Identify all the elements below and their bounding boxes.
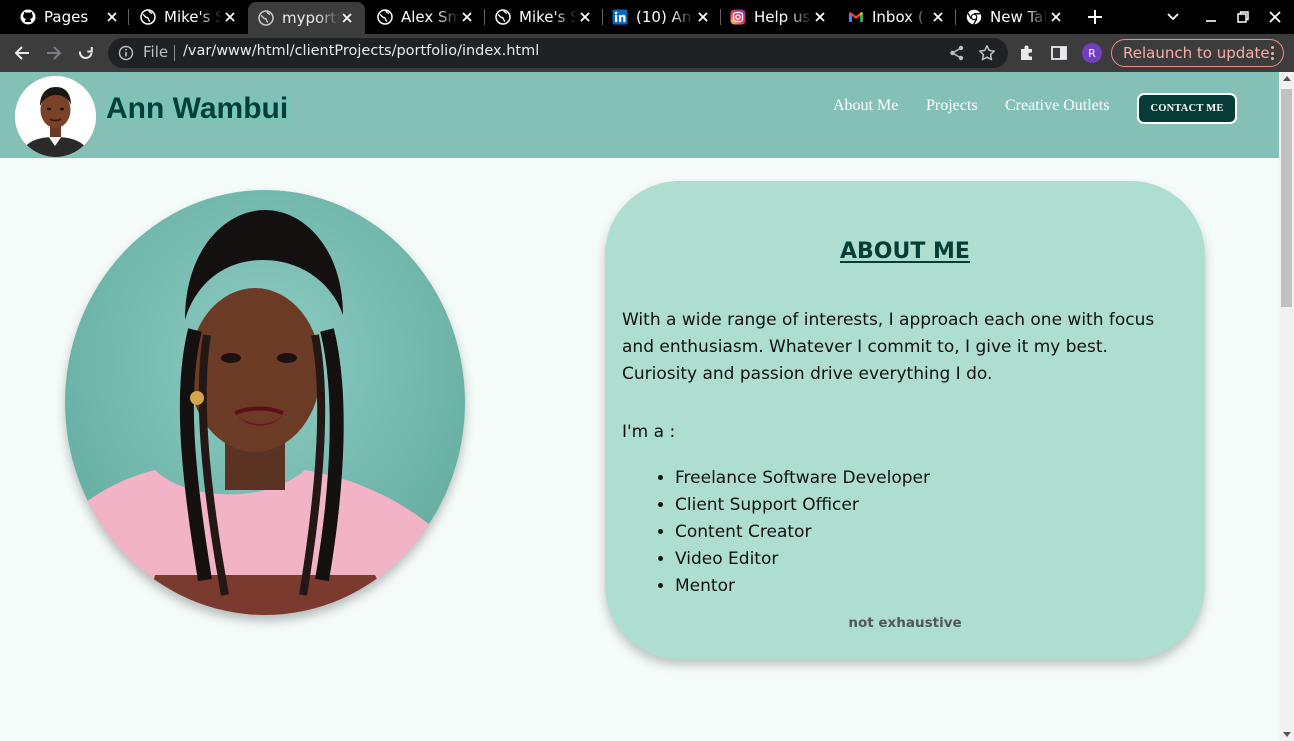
relaunch-label: Relaunch to update bbox=[1123, 44, 1270, 62]
tab-instagram[interactable]: Help us bbox=[730, 4, 828, 30]
nav-creative-outlets[interactable]: Creative Outlets bbox=[1005, 97, 1109, 115]
new-tab-icon[interactable] bbox=[1086, 8, 1104, 26]
close-tab-icon[interactable] bbox=[459, 9, 475, 25]
tab-separator bbox=[602, 9, 603, 25]
roles-heading: I'm a : bbox=[622, 422, 676, 442]
close-window-icon[interactable] bbox=[1266, 8, 1284, 26]
forward-icon[interactable] bbox=[44, 43, 64, 63]
list-item: Freelance Software Developer bbox=[675, 465, 930, 492]
close-tab-icon[interactable] bbox=[695, 9, 711, 25]
tab-separator bbox=[484, 9, 485, 25]
tab-gmail[interactable]: Inbox ( bbox=[848, 4, 946, 30]
site-brand-name[interactable]: Ann Wambui bbox=[106, 92, 288, 126]
tab-title: Mike's S bbox=[519, 8, 577, 26]
scroll-down-arrow-icon[interactable] bbox=[1283, 732, 1291, 737]
contact-me-button[interactable]: CONTACT ME bbox=[1137, 93, 1237, 124]
close-tab-icon[interactable] bbox=[339, 10, 355, 26]
nav-projects[interactable]: Projects bbox=[926, 97, 978, 115]
tab-alex-smith[interactable]: Alex Sm bbox=[377, 4, 475, 30]
tab-separator bbox=[128, 9, 129, 25]
tab-title: Help us bbox=[754, 8, 811, 26]
tab-linkedin[interactable]: (10) Ann bbox=[612, 4, 711, 30]
globe-icon bbox=[495, 9, 511, 25]
bookmark-star-icon[interactable] bbox=[978, 44, 996, 62]
globe-icon bbox=[377, 9, 393, 25]
minimize-icon[interactable] bbox=[1202, 8, 1220, 26]
relaunch-button[interactable]: Relaunch to update bbox=[1111, 39, 1284, 67]
scroll-up-arrow-icon[interactable] bbox=[1283, 76, 1291, 81]
about-title: ABOUT ME bbox=[840, 239, 970, 264]
globe-icon bbox=[140, 9, 156, 25]
close-tab-icon[interactable] bbox=[930, 9, 946, 25]
chrome-icon bbox=[966, 9, 982, 25]
about-me-card: ABOUT ME With a wide range of interests,… bbox=[605, 181, 1205, 659]
page-scrollbar[interactable] bbox=[1279, 72, 1294, 741]
tab-title: Pages bbox=[44, 8, 89, 26]
restore-icon[interactable] bbox=[1234, 8, 1252, 26]
close-tab-icon[interactable] bbox=[222, 9, 238, 25]
profile-portrait bbox=[65, 190, 465, 615]
close-tab-icon[interactable] bbox=[812, 9, 828, 25]
linkedin-icon bbox=[612, 9, 628, 25]
list-item: Content Creator bbox=[675, 519, 930, 546]
tab-search-chevron-icon[interactable] bbox=[1164, 8, 1182, 26]
address-bar[interactable]: File /var/www/html/clientProjects/portfo… bbox=[108, 38, 1008, 68]
side-panel-icon[interactable] bbox=[1050, 44, 1068, 62]
browser-tab-strip: Pages Mike's S myportf Alex Sm Mike's S … bbox=[0, 0, 1294, 34]
about-intro: With a wide range of interests, I approa… bbox=[622, 310, 1155, 384]
tab-myportfolio[interactable]: myportf bbox=[248, 2, 365, 34]
tab-new-tab[interactable]: New Tal bbox=[966, 4, 1064, 30]
tab-title: Alex Sm bbox=[401, 8, 459, 26]
tab-title: Inbox ( bbox=[872, 8, 924, 26]
tab-mikes-site[interactable]: Mike's S bbox=[140, 4, 238, 30]
browser-toolbar: File /var/www/html/clientProjects/portfo… bbox=[0, 34, 1294, 72]
close-tab-icon[interactable] bbox=[104, 9, 120, 25]
tab-separator bbox=[955, 9, 956, 25]
url-text[interactable]: /var/www/html/clientProjects/portfolio/i… bbox=[183, 43, 539, 59]
tab-title: (10) Ann bbox=[636, 8, 694, 26]
roles-list: Freelance Software Developer Client Supp… bbox=[675, 465, 930, 600]
extensions-icon[interactable] bbox=[1018, 44, 1036, 62]
tab-separator bbox=[720, 9, 721, 25]
tab-title: New Tal bbox=[990, 8, 1048, 26]
close-tab-icon[interactable] bbox=[1048, 9, 1064, 25]
info-icon[interactable] bbox=[118, 45, 134, 61]
tab-pages[interactable]: Pages bbox=[20, 4, 120, 30]
github-icon bbox=[20, 9, 36, 25]
list-item: Video Editor bbox=[675, 546, 930, 573]
page-viewport: Ann Wambui About Me Projects Creative Ou… bbox=[0, 72, 1279, 741]
back-icon[interactable] bbox=[12, 43, 32, 63]
instagram-icon bbox=[730, 9, 746, 25]
profile-avatar[interactable]: R bbox=[1082, 43, 1102, 63]
header-avatar[interactable] bbox=[15, 76, 96, 157]
tab-title: myportf bbox=[282, 9, 340, 27]
reload-icon[interactable] bbox=[76, 43, 96, 63]
scheme-label: File bbox=[143, 43, 169, 61]
gmail-icon bbox=[848, 9, 864, 25]
site-header: Ann Wambui About Me Projects Creative Ou… bbox=[0, 72, 1279, 158]
more-menu-icon[interactable] bbox=[1270, 46, 1274, 60]
close-tab-icon[interactable] bbox=[577, 9, 593, 25]
list-item: Mentor bbox=[675, 573, 930, 600]
tab-mikes-site-2[interactable]: Mike's S bbox=[495, 4, 593, 30]
scroll-thumb[interactable] bbox=[1281, 89, 1292, 307]
globe-icon bbox=[258, 10, 274, 26]
share-icon[interactable] bbox=[948, 44, 966, 62]
list-item: Client Support Officer bbox=[675, 492, 930, 519]
roles-note: not exhaustive bbox=[848, 615, 962, 631]
tab-title: Mike's S bbox=[164, 8, 222, 26]
nav-about-me[interactable]: About Me bbox=[833, 97, 898, 115]
address-divider bbox=[174, 45, 175, 61]
